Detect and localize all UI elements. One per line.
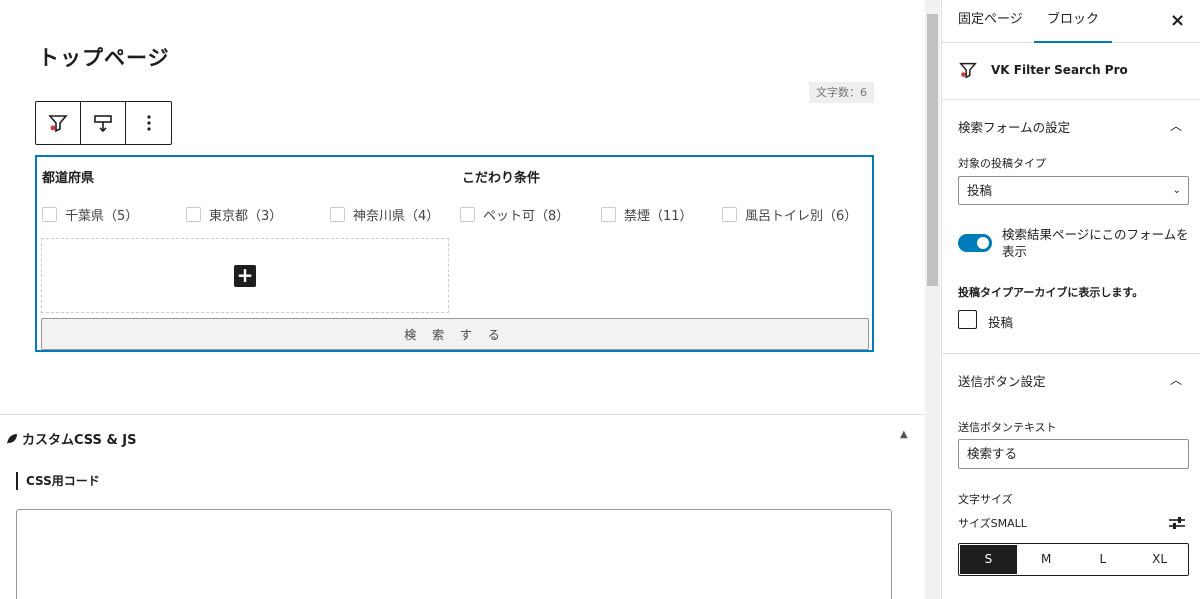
- settings-sliders-icon[interactable]: [1168, 515, 1186, 531]
- size-m-button[interactable]: M: [1018, 544, 1075, 575]
- option-separate-bath[interactable]: 風呂トイレ別（6）: [722, 205, 857, 224]
- panel-search-form-title[interactable]: 検索フォームの設定: [958, 117, 1070, 136]
- option-chiba[interactable]: 千葉県（5）: [42, 205, 138, 224]
- checkbox[interactable]: [601, 207, 616, 222]
- move-button[interactable]: [81, 102, 126, 144]
- size-sub-label: サイズSMALL: [958, 517, 1027, 530]
- show-on-results-label: 検索結果ページにこのフォームを表示: [1002, 227, 1189, 259]
- option-no-smoking[interactable]: 禁煙（11）: [601, 205, 693, 224]
- checkbox[interactable]: [722, 207, 737, 222]
- post-type-select[interactable]: 投稿 ⌄: [958, 176, 1189, 205]
- condition-heading: こだわり条件: [462, 171, 541, 186]
- block-card: VK Filter Search Pro: [942, 44, 1200, 100]
- block-appender: +: [41, 238, 449, 313]
- post-type-label: 対象の投稿タイプ: [958, 157, 1046, 170]
- drag-move-icon: [94, 115, 112, 133]
- size-s-button[interactable]: S: [960, 545, 1017, 574]
- settings-sidebar: 固定ページ ブロック × VK Filter Search Pro 検索フォーム…: [941, 0, 1200, 599]
- font-size-label: 文字サイズ: [958, 493, 1013, 506]
- block-type-button[interactable]: [36, 102, 81, 144]
- tab-block[interactable]: ブロック: [1034, 0, 1112, 43]
- panel-submit-button-title[interactable]: 送信ボタン設定: [958, 371, 1046, 390]
- page-title[interactable]: トップページ: [38, 42, 170, 72]
- archive-post-label: 投稿: [988, 315, 1014, 330]
- option-label: 千葉県（5）: [65, 209, 139, 224]
- option-label: 神奈川県（4）: [353, 209, 440, 224]
- font-size-segmented-control: S M L XL: [958, 543, 1189, 576]
- tab-page[interactable]: 固定ページ: [958, 0, 1023, 43]
- chevron-down-icon: ⌄: [1172, 185, 1181, 196]
- archive-display-label: 投稿タイプアーカイブに表示します。: [958, 286, 1144, 299]
- option-label: ペット可（8）: [483, 209, 570, 224]
- checkbox[interactable]: [460, 207, 475, 222]
- toggle-knob: [977, 237, 989, 249]
- archive-post-checkbox[interactable]: [958, 310, 977, 329]
- more-options-button[interactable]: [126, 102, 171, 144]
- char-count-badge: 文字数：6: [809, 82, 874, 103]
- size-xl-button[interactable]: XL: [1131, 544, 1188, 575]
- vertical-dots-icon: [146, 115, 151, 131]
- css-code-label: CSS用コード: [16, 472, 100, 490]
- option-tokyo[interactable]: 東京都（3）: [186, 205, 282, 224]
- css-code-textarea[interactable]: [16, 509, 892, 599]
- custom-css-meta-box: カスタムCSS & JS ▲ CSS用コード: [0, 414, 925, 599]
- option-label: 禁煙（11）: [624, 209, 693, 224]
- block-toolbar: [35, 101, 172, 145]
- filter-search-icon: [959, 62, 977, 79]
- divider: [942, 353, 1200, 354]
- close-icon[interactable]: ×: [1170, 10, 1185, 31]
- button-text-label: 送信ボタンテキスト: [958, 421, 1057, 434]
- show-on-results-toggle[interactable]: [958, 234, 992, 252]
- filter-search-icon: [48, 115, 68, 133]
- checkbox[interactable]: [330, 207, 345, 222]
- option-pet-ok[interactable]: ペット可（8）: [460, 205, 569, 224]
- size-l-button[interactable]: L: [1075, 544, 1132, 575]
- search-submit-button[interactable]: 検 索 す る: [41, 318, 869, 350]
- prefecture-heading: 都道府県: [42, 171, 95, 186]
- checkbox[interactable]: [42, 207, 57, 222]
- meta-box-title-text: カスタムCSS & JS: [22, 433, 137, 448]
- editor-scrollbar[interactable]: [925, 0, 940, 599]
- editor-canvas: トップページ 文字数：6 都道府県 こだわり条件 千葉県（5） 東京都（3） 神…: [0, 0, 925, 599]
- meta-box-title[interactable]: カスタムCSS & JS: [6, 429, 137, 448]
- block-name: VK Filter Search Pro: [991, 63, 1128, 77]
- scrollbar-thumb[interactable]: [927, 14, 938, 286]
- post-type-value: 投稿: [967, 183, 993, 198]
- collapse-triangle-icon[interactable]: ▲: [900, 429, 908, 440]
- option-label: 東京都（3）: [209, 209, 283, 224]
- leaf-icon: [7, 433, 17, 444]
- chevron-up-icon[interactable]: ︿: [1170, 371, 1182, 388]
- checkbox[interactable]: [186, 207, 201, 222]
- button-text-input[interactable]: 検索する: [958, 439, 1189, 469]
- sidebar-tabs: 固定ページ ブロック ×: [942, 0, 1200, 43]
- filter-search-block[interactable]: 都道府県 こだわり条件 千葉県（5） 東京都（3） 神奈川県（4） ペット可（8…: [35, 155, 874, 352]
- chevron-up-icon[interactable]: ︿: [1170, 117, 1182, 134]
- add-block-icon[interactable]: +: [234, 264, 256, 287]
- option-label: 風呂トイレ別（6）: [745, 209, 858, 224]
- option-kanagawa[interactable]: 神奈川県（4）: [330, 205, 439, 224]
